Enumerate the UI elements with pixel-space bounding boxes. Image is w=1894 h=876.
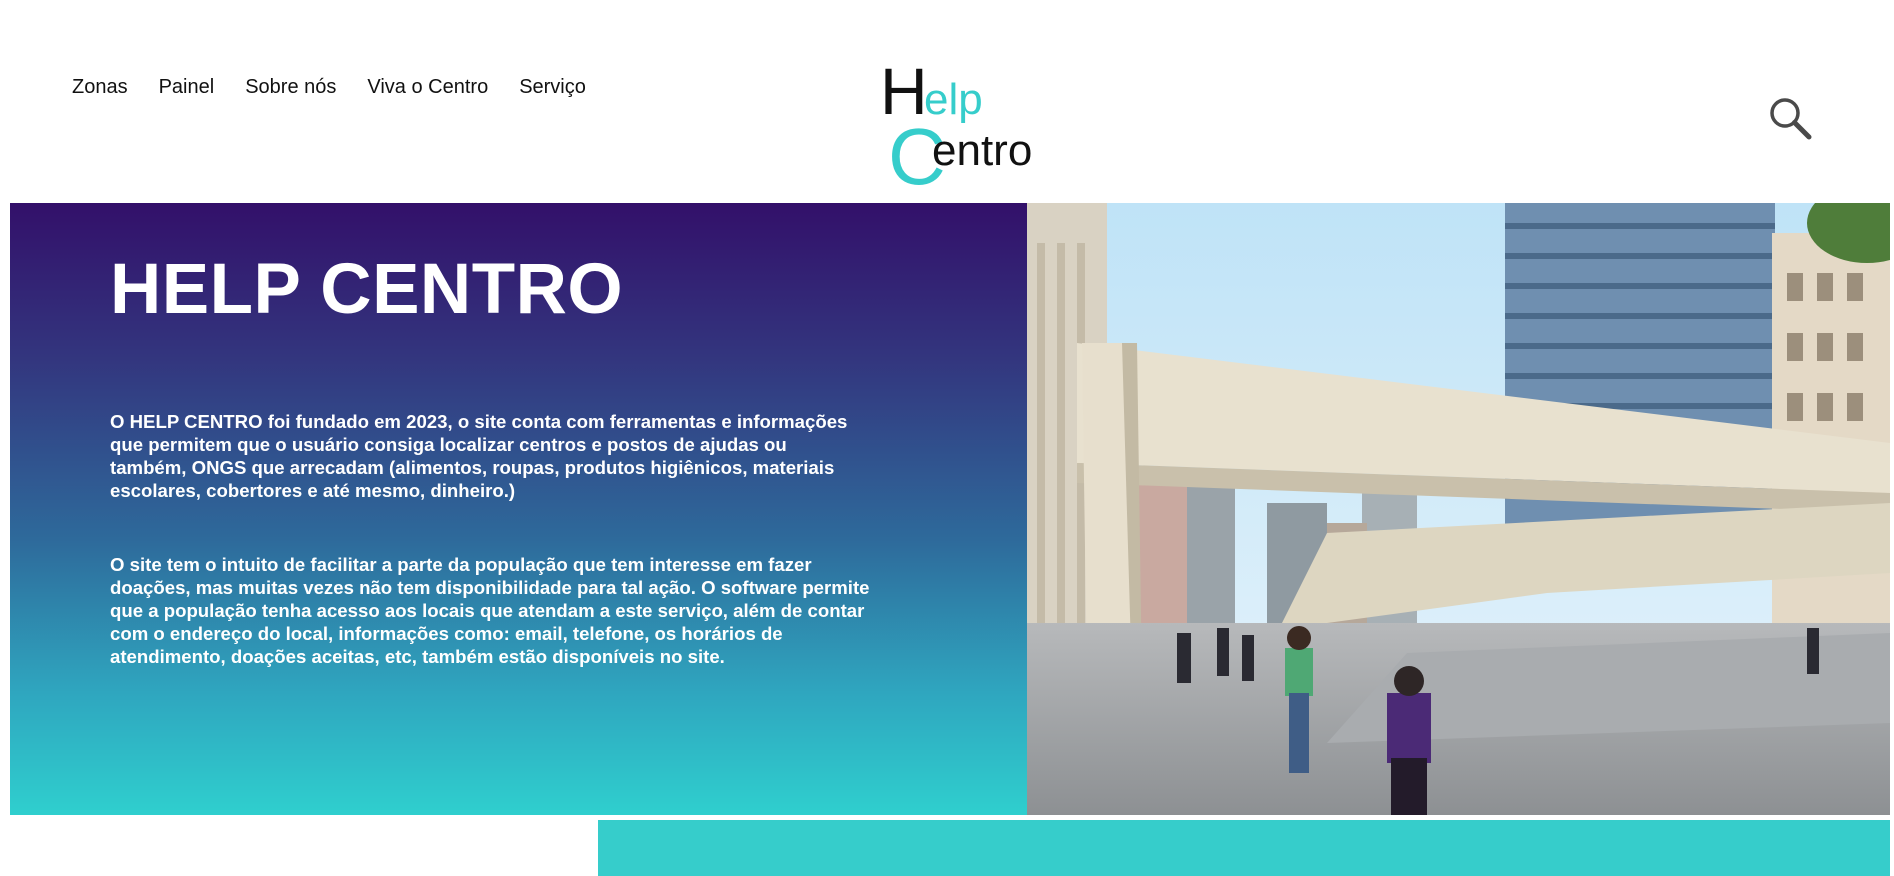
help-centro-logo[interactable]: H elp C entro [880,54,1040,201]
hero-city-photo [1027,203,1890,815]
nav-link-painel[interactable]: Painel [159,76,215,99]
nav-link-servico[interactable]: Serviço [519,76,586,99]
hero-paragraph-1: O HELP CENTRO foi fundado em 2023, o sit… [110,411,848,501]
main-nav: Zonas Painel Sobre nós Viva o Centro Ser… [72,76,586,99]
nav-link-zonas[interactable]: Zonas [72,76,128,99]
hero-paragraph-2: O site tem o intuito de facilitar a part… [110,554,870,667]
hero-info-panel: HELP CENTRO O HELP CENTRO foi fundado em… [10,203,1027,815]
search-icon[interactable] [1768,96,1812,140]
logo-word-entro: entro [932,126,1032,175]
hero-title: HELP CENTRO [110,250,624,329]
nav-link-sobre-nos[interactable]: Sobre nós [245,76,336,99]
nav-link-viva-o-centro[interactable]: Viva o Centro [367,76,488,99]
bottom-teal-band [598,820,1890,876]
